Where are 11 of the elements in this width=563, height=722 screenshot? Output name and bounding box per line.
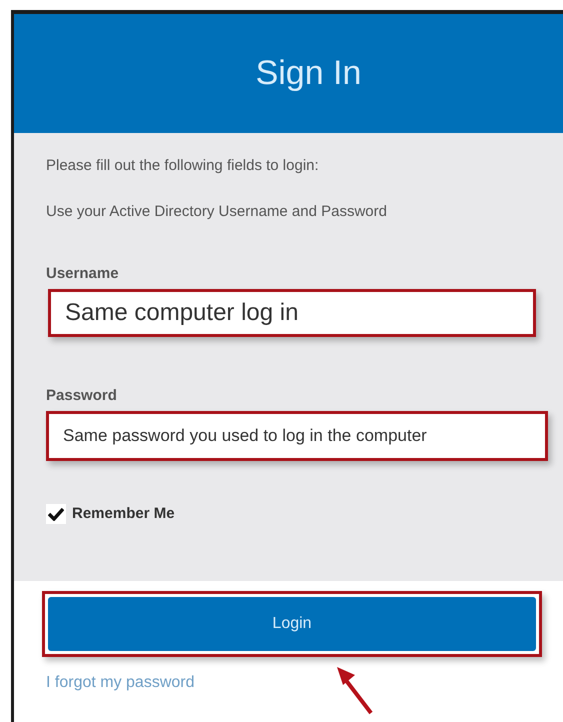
text-field[interactable]: Same password you used to log in the computer xyxy=(46,411,548,461)
login-button[interactable]: Login xyxy=(48,597,536,651)
instruction-text: Use your Active Directory Username and Password xyxy=(46,202,388,222)
remember-label: Remember Me xyxy=(72,504,175,524)
panel-title: Sign In xyxy=(254,53,362,94)
text-field[interactable]: Same computer log in xyxy=(48,289,536,337)
field-label: Password xyxy=(46,386,118,406)
remember-checkbox[interactable] xyxy=(46,504,66,524)
checkmark-icon xyxy=(48,507,64,522)
instruction-text: Please fill out the following fields to login: xyxy=(46,156,320,176)
field-label: Username xyxy=(46,264,120,284)
